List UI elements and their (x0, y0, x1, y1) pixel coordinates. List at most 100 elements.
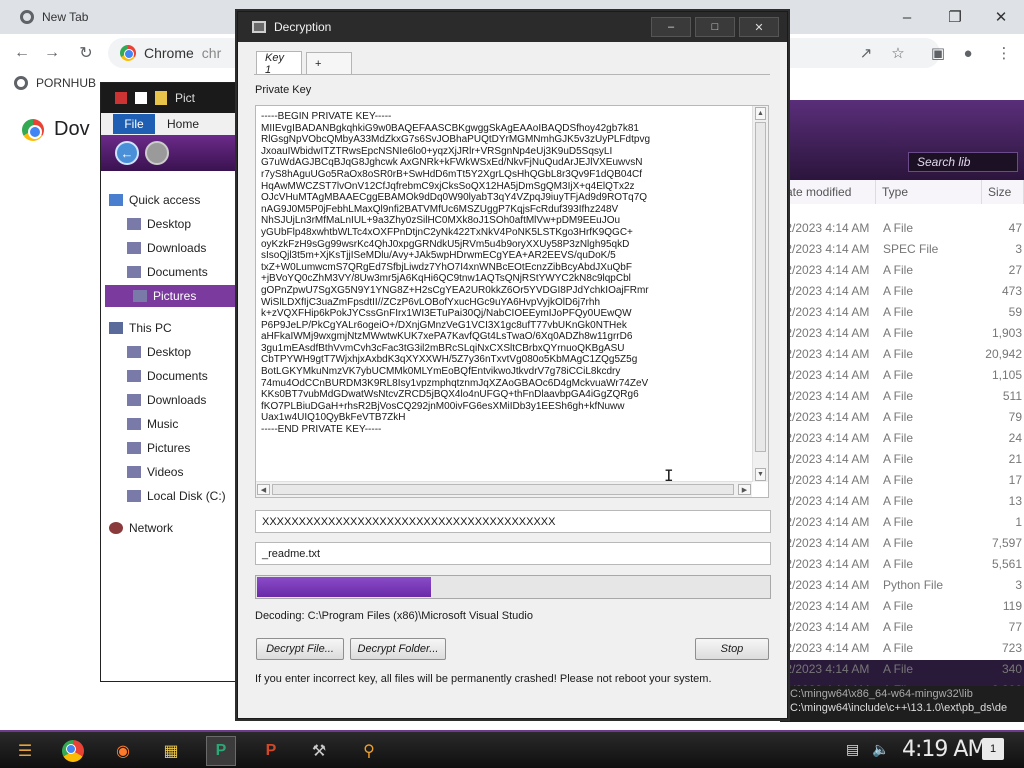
ribbon-home-tab[interactable]: Home (167, 114, 199, 134)
start-button[interactable]: ☰ (10, 736, 40, 766)
table-row[interactable]: /2/2023 4:14 AM A File 511 (780, 386, 1024, 407)
volume-icon[interactable]: 🔈 (872, 741, 889, 758)
table-row[interactable]: /2/2023 4:14 AM A File 77 (780, 617, 1024, 638)
back-icon[interactable]: ← (10, 42, 34, 64)
row-size: 119 (1002, 599, 1022, 613)
star-icon[interactable]: ☆ (888, 43, 908, 63)
file-explorer-app[interactable]: ▦ (156, 736, 186, 766)
notification-icon[interactable]: 1 (982, 738, 1004, 760)
nav-pc-pictures[interactable]: Pictures (127, 437, 237, 459)
menu-icon[interactable]: ⋮ (994, 43, 1014, 63)
table-row[interactable]: /2/2023 4:14 AM A File 473 (780, 281, 1024, 302)
nav-desktop[interactable]: Desktop (127, 213, 237, 235)
table-row[interactable]: /2/2023 4:14 AM A File 1,903 (780, 323, 1024, 344)
scroll-right-icon[interactable]: ▶ (738, 484, 751, 495)
nav-pc-documents[interactable]: Documents (127, 365, 237, 387)
nav-network[interactable]: Network (109, 517, 235, 539)
table-row[interactable]: /2/2023 4:14 AM A File 21 (780, 449, 1024, 470)
column-date-modified[interactable]: ate modified (780, 180, 876, 204)
documents-icon (127, 370, 141, 382)
table-row[interactable]: /2/2023 4:14 AM A File 7,597 (780, 533, 1024, 554)
sidebar-icon[interactable]: ▣ (928, 43, 948, 63)
table-row[interactable]: /2/2023 4:14 AM A File 79 (780, 407, 1024, 428)
nav-pc-videos[interactable]: Videos (127, 461, 237, 483)
forward-icon[interactable]: → (40, 42, 64, 64)
forward-arrow-icon[interactable] (145, 141, 169, 165)
chrome-app[interactable] (58, 736, 88, 766)
ribbon-file-tab[interactable]: File (113, 114, 155, 134)
table-row[interactable]: /2/2023 4:14 AM A File 5,561 (780, 554, 1024, 575)
chrome-minimize-button[interactable]: – (884, 4, 930, 30)
table-row[interactable]: /2/2023 4:14 AM A File 27 (780, 260, 1024, 281)
nav-documents[interactable]: Documents (127, 261, 237, 283)
vertical-scrollbar[interactable]: ▲ ▼ (752, 106, 768, 482)
table-row[interactable]: /2/2023 4:14 AM Python File 3 (780, 575, 1024, 596)
scroll-left-icon[interactable]: ◀ (257, 484, 270, 495)
powerpoint-app[interactable]: P (256, 736, 286, 766)
table-row[interactable]: /2/2023 4:14 AM A File 20,942 (780, 344, 1024, 365)
tab-key-1[interactable]: Key 1 (256, 51, 302, 76)
table-row[interactable]: /2/2023 4:14 AM A File 17 (780, 470, 1024, 491)
row-type: A File (883, 536, 914, 550)
chrome-tab[interactable]: New Tab (8, 0, 238, 34)
table-row[interactable]: /2/2023 4:14 AM A File 340 (780, 659, 1024, 680)
back-arrow-icon[interactable]: ← (115, 141, 139, 165)
victim-id-field[interactable]: XXXXXXXXXXXXXXXXXXXXXXXXXXXXXXXXXXXXXXXX (255, 510, 771, 533)
table-row[interactable]: /2/2023 4:14 AM SPEC File 3 (780, 239, 1024, 260)
nav-quick-access[interactable]: Quick access (109, 189, 235, 211)
tools-app[interactable]: ⚒ (304, 736, 334, 766)
table-row[interactable]: /2/2023 4:14 AM A File 24 (780, 428, 1024, 449)
page-title: Dov (54, 118, 90, 140)
row-size: 27 (1008, 263, 1022, 277)
private-key-textarea[interactable]: -----BEGIN PRIVATE KEY----- MIIEvgIBADAN… (255, 105, 769, 498)
horizontal-scrollbar[interactable]: ◀ ▶ (256, 481, 752, 497)
profile-icon[interactable]: ● (958, 43, 978, 63)
nav-pc-local-disk[interactable]: Local Disk (C:) (127, 485, 237, 507)
scroll-up-icon[interactable]: ▲ (755, 107, 766, 120)
search-app[interactable]: ⚲ (354, 736, 384, 766)
bookmark-item[interactable]: PORNHUB (14, 76, 96, 90)
nav-pc-music[interactable]: Music (127, 413, 237, 435)
row-date: /2/2023 4:14 AM (782, 305, 870, 319)
scroll-thumb[interactable] (272, 484, 734, 495)
table-row[interactable]: /2/2023 4:14 AM A File 119 (780, 596, 1024, 617)
column-size[interactable]: Size (982, 180, 1024, 204)
nav-this-pc[interactable]: This PC (109, 317, 235, 339)
taskbar-clock[interactable]: 4:19 AM (902, 737, 986, 762)
table-row[interactable]: /2/2023 4:14 AM A File 723 (780, 638, 1024, 659)
star-icon (109, 194, 123, 206)
row-date: /2/2023 4:14 AM (782, 578, 870, 592)
table-row[interactable]: /2/2023 4:14 AM A File 59 (780, 302, 1024, 323)
search-input[interactable]: Search lib (908, 152, 1018, 172)
scroll-thumb[interactable] (755, 122, 766, 452)
network-tray-icon[interactable]: ▤ (846, 741, 859, 758)
firefox-app[interactable]: ◉ (108, 736, 138, 766)
nav-pictures-selected[interactable]: Pictures (105, 285, 237, 307)
maximize-button[interactable]: □ (695, 17, 735, 37)
scroll-down-icon[interactable]: ▼ (755, 468, 766, 481)
close-button[interactable]: ✕ (739, 17, 779, 37)
decrypt-folder-button[interactable]: Decrypt Folder... (350, 638, 446, 660)
row-type: A File (883, 599, 914, 613)
nav-pc-desktop[interactable]: Desktop (127, 341, 237, 363)
share-icon[interactable]: ↗ (856, 43, 876, 63)
readme-field[interactable]: _readme.txt (255, 542, 771, 565)
table-row[interactable]: /2/2023 4:14 AM A File 1 (780, 512, 1024, 533)
publisher-app[interactable]: P (206, 736, 236, 766)
nav-pc-downloads[interactable]: Downloads (127, 389, 237, 411)
chrome-close-button[interactable]: ✕ (978, 4, 1024, 30)
nav-downloads[interactable]: Downloads (127, 237, 237, 259)
decrypt-file-button[interactable]: Decrypt File... (256, 638, 344, 660)
row-size: 77 (1008, 620, 1022, 634)
chrome-restore-button[interactable]: ❐ (932, 4, 978, 30)
nav-label: Music (147, 417, 179, 431)
table-row[interactable]: /2/2023 4:14 AM A File 1,105 (780, 365, 1024, 386)
reload-icon[interactable]: ↻ (74, 42, 98, 64)
stop-button[interactable]: Stop (695, 638, 769, 660)
table-row[interactable]: /2/2023 4:14 AM A File 47 (780, 218, 1024, 239)
minimize-button[interactable]: – (651, 17, 691, 37)
column-type[interactable]: Type (876, 180, 982, 204)
tab-add-key[interactable]: + (306, 52, 352, 74)
row-type: A File (883, 221, 914, 235)
table-row[interactable]: /2/2023 4:14 AM A File 13 (780, 491, 1024, 512)
